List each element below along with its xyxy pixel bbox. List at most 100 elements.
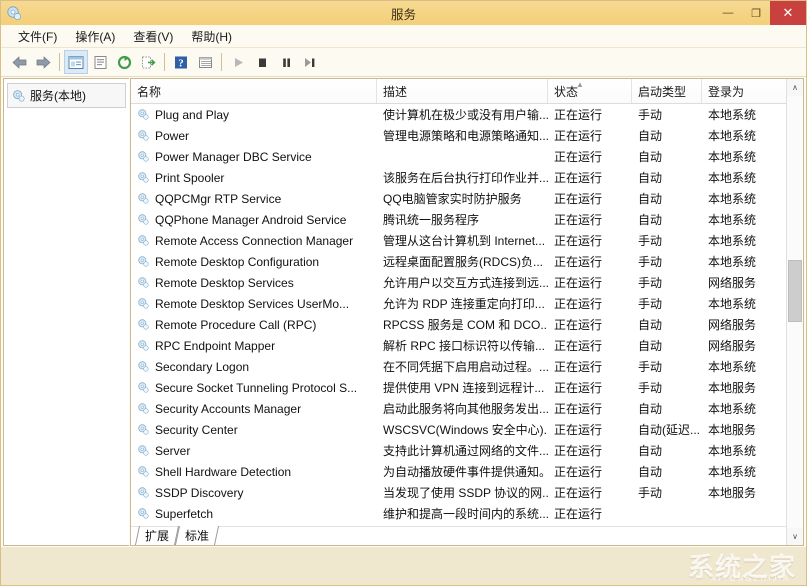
service-gear-icon (137, 507, 150, 520)
table-row[interactable]: Remote Desktop Services 允许用户以交互方式连接到远...正… (131, 272, 803, 293)
menu-action[interactable]: 操作(A) (66, 26, 124, 47)
service-startup-type-cell: 自动 (632, 463, 702, 480)
service-name-label: Shell Hardware Detection (155, 465, 291, 479)
stop-service-icon[interactable] (250, 50, 274, 74)
menu-file[interactable]: 文件(F) (9, 26, 66, 47)
service-name-label: SSDP Discovery (155, 486, 243, 500)
table-row[interactable]: Secure Socket Tunneling Protocol S...提供使… (131, 377, 803, 398)
table-row[interactable]: Remote Desktop Services UserMo...允许为 RDP… (131, 293, 803, 314)
view-list-icon[interactable] (193, 50, 217, 74)
service-name-label: Power (155, 129, 189, 143)
properties-icon[interactable] (88, 50, 112, 74)
table-row[interactable]: Power管理电源策略和电源策略通知...正在运行自动本地系统 (131, 125, 803, 146)
minimize-button[interactable]: — (714, 2, 742, 24)
export-list-icon[interactable] (136, 50, 160, 74)
service-name-cell: Server (131, 444, 377, 458)
service-description-cell: 启动此服务将向其他服务发出... (377, 400, 548, 417)
service-description-cell: 在不同凭据下启用启动过程。... (377, 358, 548, 375)
close-button[interactable]: ✕ (770, 1, 806, 25)
service-status-cell: 正在运行 (548, 127, 632, 144)
service-startup-type-cell: 手动 (632, 358, 702, 375)
table-row[interactable]: Shell Hardware Detection为自动播放硬件事件提供通知。正在… (131, 461, 803, 482)
sidebar-item-label: 服务(本地) (30, 87, 86, 104)
watermark-subtext: XITONGZHIJIA (711, 574, 790, 583)
table-row[interactable]: Remote Access Connection Manager管理从这台计算机… (131, 230, 803, 251)
back-icon[interactable] (7, 50, 31, 74)
service-description-cell: 管理从这台计算机到 Internet... (377, 232, 548, 249)
restart-service-icon[interactable] (298, 50, 322, 74)
column-header-name[interactable]: 名称 (131, 79, 377, 103)
service-name-label: Power Manager DBC Service (155, 150, 312, 164)
vertical-scrollbar[interactable]: ∧ ∨ (786, 79, 803, 545)
scrollbar-track[interactable] (787, 96, 803, 528)
column-header-startup-type[interactable]: 启动类型 (632, 79, 702, 103)
service-status-cell: 正在运行 (548, 106, 632, 123)
console-tree-pane: 服务(本地) (3, 78, 129, 546)
column-header-status[interactable]: 状态 ▲ (548, 79, 632, 103)
maximize-button[interactable]: ❐ (742, 2, 770, 24)
service-startup-type-cell: 自动 (632, 400, 702, 417)
toolbar: ? (1, 48, 806, 77)
service-gear-icon (137, 213, 150, 226)
scrollbar-thumb[interactable] (788, 260, 802, 322)
service-gear-icon (137, 402, 150, 415)
service-startup-type-cell: 自动(延迟... (632, 421, 702, 438)
table-row[interactable]: System Event Notification Service监视系统事件并… (131, 524, 803, 526)
table-row[interactable]: Remote Desktop Configuration 远程桌面配置服务(RDC… (131, 251, 803, 272)
services-window: 服务 — ❐ ✕ 文件(F) 操作(A) 查看(V) 帮助(H) (0, 0, 807, 586)
toolbar-separator (59, 53, 60, 71)
table-row[interactable]: Superfetch维护和提高一段时间内的系统...正在运行 (131, 503, 803, 524)
table-row[interactable]: QQPhone Manager Android Service腾讯统一服务程序正… (131, 209, 803, 230)
table-row[interactable]: Plug and Play使计算机在极少或没有用户输...正在运行手动本地系统 (131, 104, 803, 125)
scroll-down-icon[interactable]: ∨ (787, 528, 803, 545)
table-row[interactable]: QQPCMgr RTP ServiceQQ电脑管家实时防护服务正在运行自动本地系… (131, 188, 803, 209)
services-rows: Plug and Play使计算机在极少或没有用户输...正在运行手动本地系统P… (131, 104, 803, 526)
sidebar-item-services-local[interactable]: 服务(本地) (7, 83, 126, 108)
table-row[interactable]: Secondary Logon在不同凭据下启用启动过程。...正在运行手动本地系… (131, 356, 803, 377)
service-status-cell: 正在运行 (548, 400, 632, 417)
pause-service-icon[interactable] (274, 50, 298, 74)
menu-help[interactable]: 帮助(H) (182, 26, 241, 47)
forward-icon[interactable] (31, 50, 55, 74)
scroll-up-icon[interactable]: ∧ (787, 79, 803, 96)
column-header-description[interactable]: 描述 (377, 79, 548, 103)
service-gear-icon (137, 339, 150, 352)
table-row[interactable]: Security Accounts Manager启动此服务将向其他服务发出..… (131, 398, 803, 419)
service-description-cell: WSCSVC(Windows 安全中心)... (377, 421, 548, 438)
help-icon[interactable]: ? (169, 50, 193, 74)
title-bar: 服务 — ❐ ✕ (1, 1, 806, 25)
menu-view[interactable]: 查看(V) (124, 26, 182, 47)
table-row[interactable]: Server支持此计算机通过网络的文件...正在运行自动本地系统 (131, 440, 803, 461)
service-description-cell: 远程桌面配置服务(RDCS)负... (377, 253, 548, 270)
service-startup-type-cell: 手动 (632, 232, 702, 249)
service-status-cell: 正在运行 (548, 274, 632, 291)
service-description-cell: RPCSS 服务是 COM 和 DCO... (377, 316, 548, 333)
table-row[interactable]: Power Manager DBC Service正在运行自动本地系统 (131, 146, 803, 167)
window-controls: — ❐ ✕ (714, 1, 806, 25)
table-row[interactable]: Remote Procedure Call (RPC)RPCSS 服务是 COM… (131, 314, 803, 335)
service-name-label: Secondary Logon (155, 360, 249, 374)
tab-standard[interactable]: 标准 (175, 526, 219, 545)
service-startup-type-cell: 手动 (632, 379, 702, 396)
service-description-cell: 允许用户以交互方式连接到远... (377, 274, 548, 291)
table-row[interactable]: SSDP Discovery当发现了使用 SSDP 协议的网...正在运行手动本… (131, 482, 803, 503)
table-row[interactable]: Print Spooler该服务在后台执行打印作业并...正在运行自动本地系统 (131, 167, 803, 188)
service-description-cell: 支持此计算机通过网络的文件... (377, 442, 548, 459)
service-status-cell: 正在运行 (548, 463, 632, 480)
start-service-icon[interactable] (226, 50, 250, 74)
tab-extended[interactable]: 扩展 (135, 526, 179, 545)
services-gear-icon (6, 5, 22, 21)
show-hide-tree-icon[interactable] (64, 50, 88, 74)
service-startup-type-cell: 手动 (632, 295, 702, 312)
service-name-cell: Power Manager DBC Service (131, 150, 377, 164)
service-name-cell: Shell Hardware Detection (131, 465, 377, 479)
service-name-label: Remote Desktop Services (155, 276, 294, 290)
service-name-cell: QQPhone Manager Android Service (131, 213, 377, 227)
refresh-icon[interactable] (112, 50, 136, 74)
service-status-cell: 正在运行 (548, 169, 632, 186)
table-row[interactable]: RPC Endpoint Mapper解析 RPC 接口标识符以传输...正在运… (131, 335, 803, 356)
service-description-cell: 当发现了使用 SSDP 协议的网... (377, 484, 548, 501)
service-name-label: Remote Desktop Configuration (155, 255, 319, 269)
table-row[interactable]: Security CenterWSCSVC(Windows 安全中心)...正在… (131, 419, 803, 440)
service-status-cell: 正在运行 (548, 421, 632, 438)
